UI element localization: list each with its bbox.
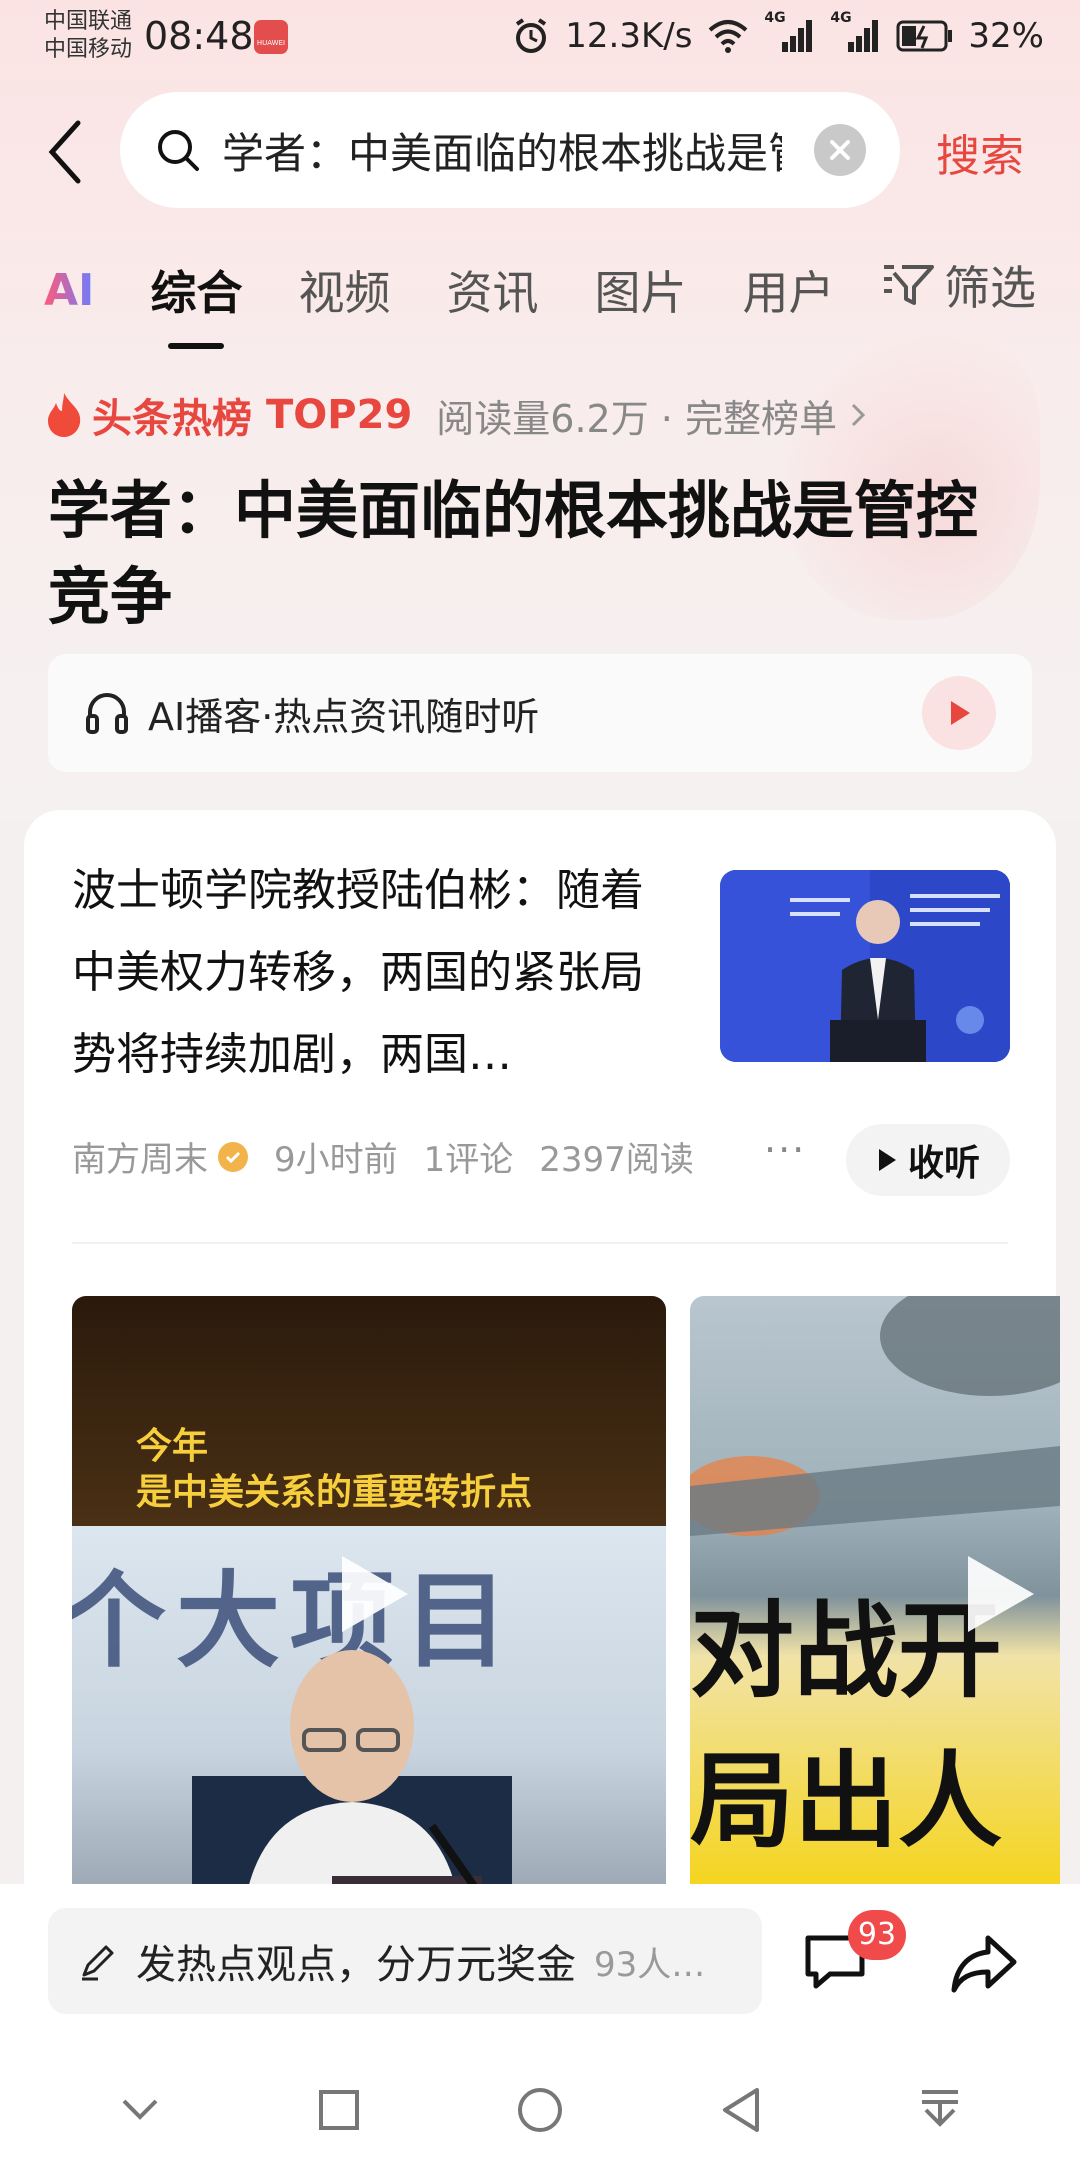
comment-prompt: 发热点观点，分万元奖金 bbox=[136, 1942, 576, 1988]
hot-topic-title: 学者：中美面临的根本挑战是管控竞争 bbox=[48, 474, 979, 633]
signal-1-icon: 4G bbox=[764, 10, 816, 54]
chevron-down-icon[interactable] bbox=[118, 2095, 162, 2125]
ai-podcast-bar[interactable]: AI播客·热点资讯随时听 bbox=[48, 654, 1032, 772]
search-input[interactable]: 学者：中美面临的根本挑战是管控竞争 bbox=[120, 92, 900, 208]
video-1-caption-line-2: 是中美关系的重要转折点 bbox=[136, 1472, 533, 1513]
system-nav-bar bbox=[0, 2060, 1080, 2160]
status-icons: 12.3K/s 4G 4G 32% bbox=[511, 10, 1044, 56]
back-arrow-icon bbox=[48, 120, 81, 184]
network-speed: 12.3K/s bbox=[565, 16, 693, 56]
video-1-caption: 今年 是中美关系的重要转折点 bbox=[136, 1424, 532, 1516]
huawei-app-icon: HUAWEI bbox=[254, 20, 288, 54]
article-title[interactable]: 波士顿学院教授陆伯彬：随着中美权力转移，两国的紧张局势将持续加剧，两国… bbox=[72, 850, 672, 1096]
search-query: 学者：中美面临的根本挑战是管控竞争 bbox=[222, 128, 782, 178]
comment-people: 93人… bbox=[594, 1944, 706, 1985]
tab-users[interactable]: 用户 bbox=[742, 257, 834, 323]
carrier-1: 中国联通 bbox=[44, 9, 133, 34]
article-reads: 2397阅读 bbox=[539, 1140, 694, 1180]
signal-1-label: 4G bbox=[764, 10, 786, 26]
listen-label: 收听 bbox=[907, 1143, 980, 1184]
notification-shade-icon[interactable] bbox=[918, 2086, 962, 2134]
filter-button[interactable]: 筛选 bbox=[882, 252, 1036, 318]
comment-input[interactable]: 发热点观点，分万元奖金 93人… bbox=[48, 1908, 762, 2014]
hot-list-row[interactable]: 头条热榜 TOP29 阅读量6.2万 · 完整榜单 bbox=[44, 386, 871, 444]
podcast-label: AI播客·热点资讯随时听 bbox=[148, 694, 540, 739]
status-bar: 中国联通 中国移动 08:48 HUAWEI 12.3K/s 4G 4G 32% bbox=[0, 0, 1080, 78]
article-source[interactable]: 南方周末 bbox=[72, 1132, 208, 1181]
video-2-headline-2: 局出人 bbox=[690, 1740, 1003, 1862]
video-card-2[interactable]: 对战开 局出人 bbox=[690, 1296, 1060, 1896]
wifi-icon bbox=[709, 20, 748, 53]
flame-icon bbox=[48, 393, 81, 437]
signal-2-label: 4G bbox=[830, 10, 852, 26]
hot-meta: 阅读量6.2万 · 完整榜单 bbox=[436, 396, 837, 441]
close-icon bbox=[830, 140, 850, 160]
headphones-icon bbox=[86, 693, 128, 734]
video-card-1[interactable]: 今年 是中美关系的重要转折点 个大项目 bbox=[72, 1296, 666, 1896]
search-button[interactable]: 搜索 bbox=[936, 120, 1024, 184]
play-icon bbox=[951, 701, 970, 725]
comment-count-badge: 93 bbox=[848, 1910, 906, 1960]
video-2-scene bbox=[690, 1296, 1060, 1536]
filter-icon bbox=[884, 265, 934, 305]
tab-news[interactable]: 资讯 bbox=[446, 257, 538, 323]
battery-percent: 32% bbox=[968, 16, 1044, 56]
article-meta: 南方周末 9小时前 1评论 2397阅读 bbox=[72, 1132, 720, 1181]
tab-video[interactable]: 视频 bbox=[298, 257, 390, 323]
speaker-figure bbox=[192, 1650, 512, 1896]
chevron-right-icon bbox=[851, 403, 866, 427]
divider bbox=[72, 1242, 1008, 1244]
hot-rank: TOP29 bbox=[266, 392, 413, 438]
recent-apps-icon[interactable] bbox=[317, 2088, 361, 2132]
article-thumbnail[interactable] bbox=[720, 870, 1010, 1062]
search-icon bbox=[158, 130, 199, 171]
article-time: 9小时前 bbox=[274, 1140, 398, 1180]
carrier-2: 中国移动 bbox=[44, 37, 133, 62]
tab-all[interactable]: 综合 bbox=[150, 257, 242, 349]
video-1-caption-line-1: 今年 bbox=[136, 1426, 209, 1467]
share-icon[interactable] bbox=[948, 1928, 1020, 2000]
search-tabs: AI 综合 视频 资讯 图片 用户 bbox=[44, 250, 890, 349]
battery-icon bbox=[896, 20, 953, 52]
alarm-icon bbox=[516, 18, 547, 53]
carrier-label: 中国联通 中国移动 bbox=[44, 8, 132, 64]
tab-ai[interactable]: AI bbox=[44, 265, 94, 316]
pen-icon bbox=[82, 1945, 114, 1981]
status-time: 08:48 bbox=[144, 14, 254, 58]
video-2-play-icon bbox=[968, 1556, 1034, 1632]
podcast-play-button[interactable] bbox=[922, 676, 996, 750]
home-icon[interactable] bbox=[516, 2086, 564, 2134]
play-icon bbox=[878, 1149, 896, 1171]
hot-list-badge: 头条热榜 bbox=[92, 396, 252, 442]
video-1-play-icon bbox=[342, 1556, 408, 1632]
filter-label: 筛选 bbox=[944, 261, 1036, 315]
more-options-button[interactable]: ··· bbox=[764, 1128, 806, 1172]
clear-search-button[interactable] bbox=[814, 124, 866, 176]
back-triangle-icon[interactable] bbox=[719, 2086, 763, 2134]
tab-images[interactable]: 图片 bbox=[594, 257, 686, 323]
verified-icon bbox=[218, 1141, 248, 1172]
signal-2-icon: 4G bbox=[830, 10, 882, 54]
back-button[interactable] bbox=[44, 112, 104, 192]
article-comments: 1评论 bbox=[423, 1140, 514, 1180]
listen-button[interactable]: 收听 bbox=[846, 1124, 1010, 1196]
